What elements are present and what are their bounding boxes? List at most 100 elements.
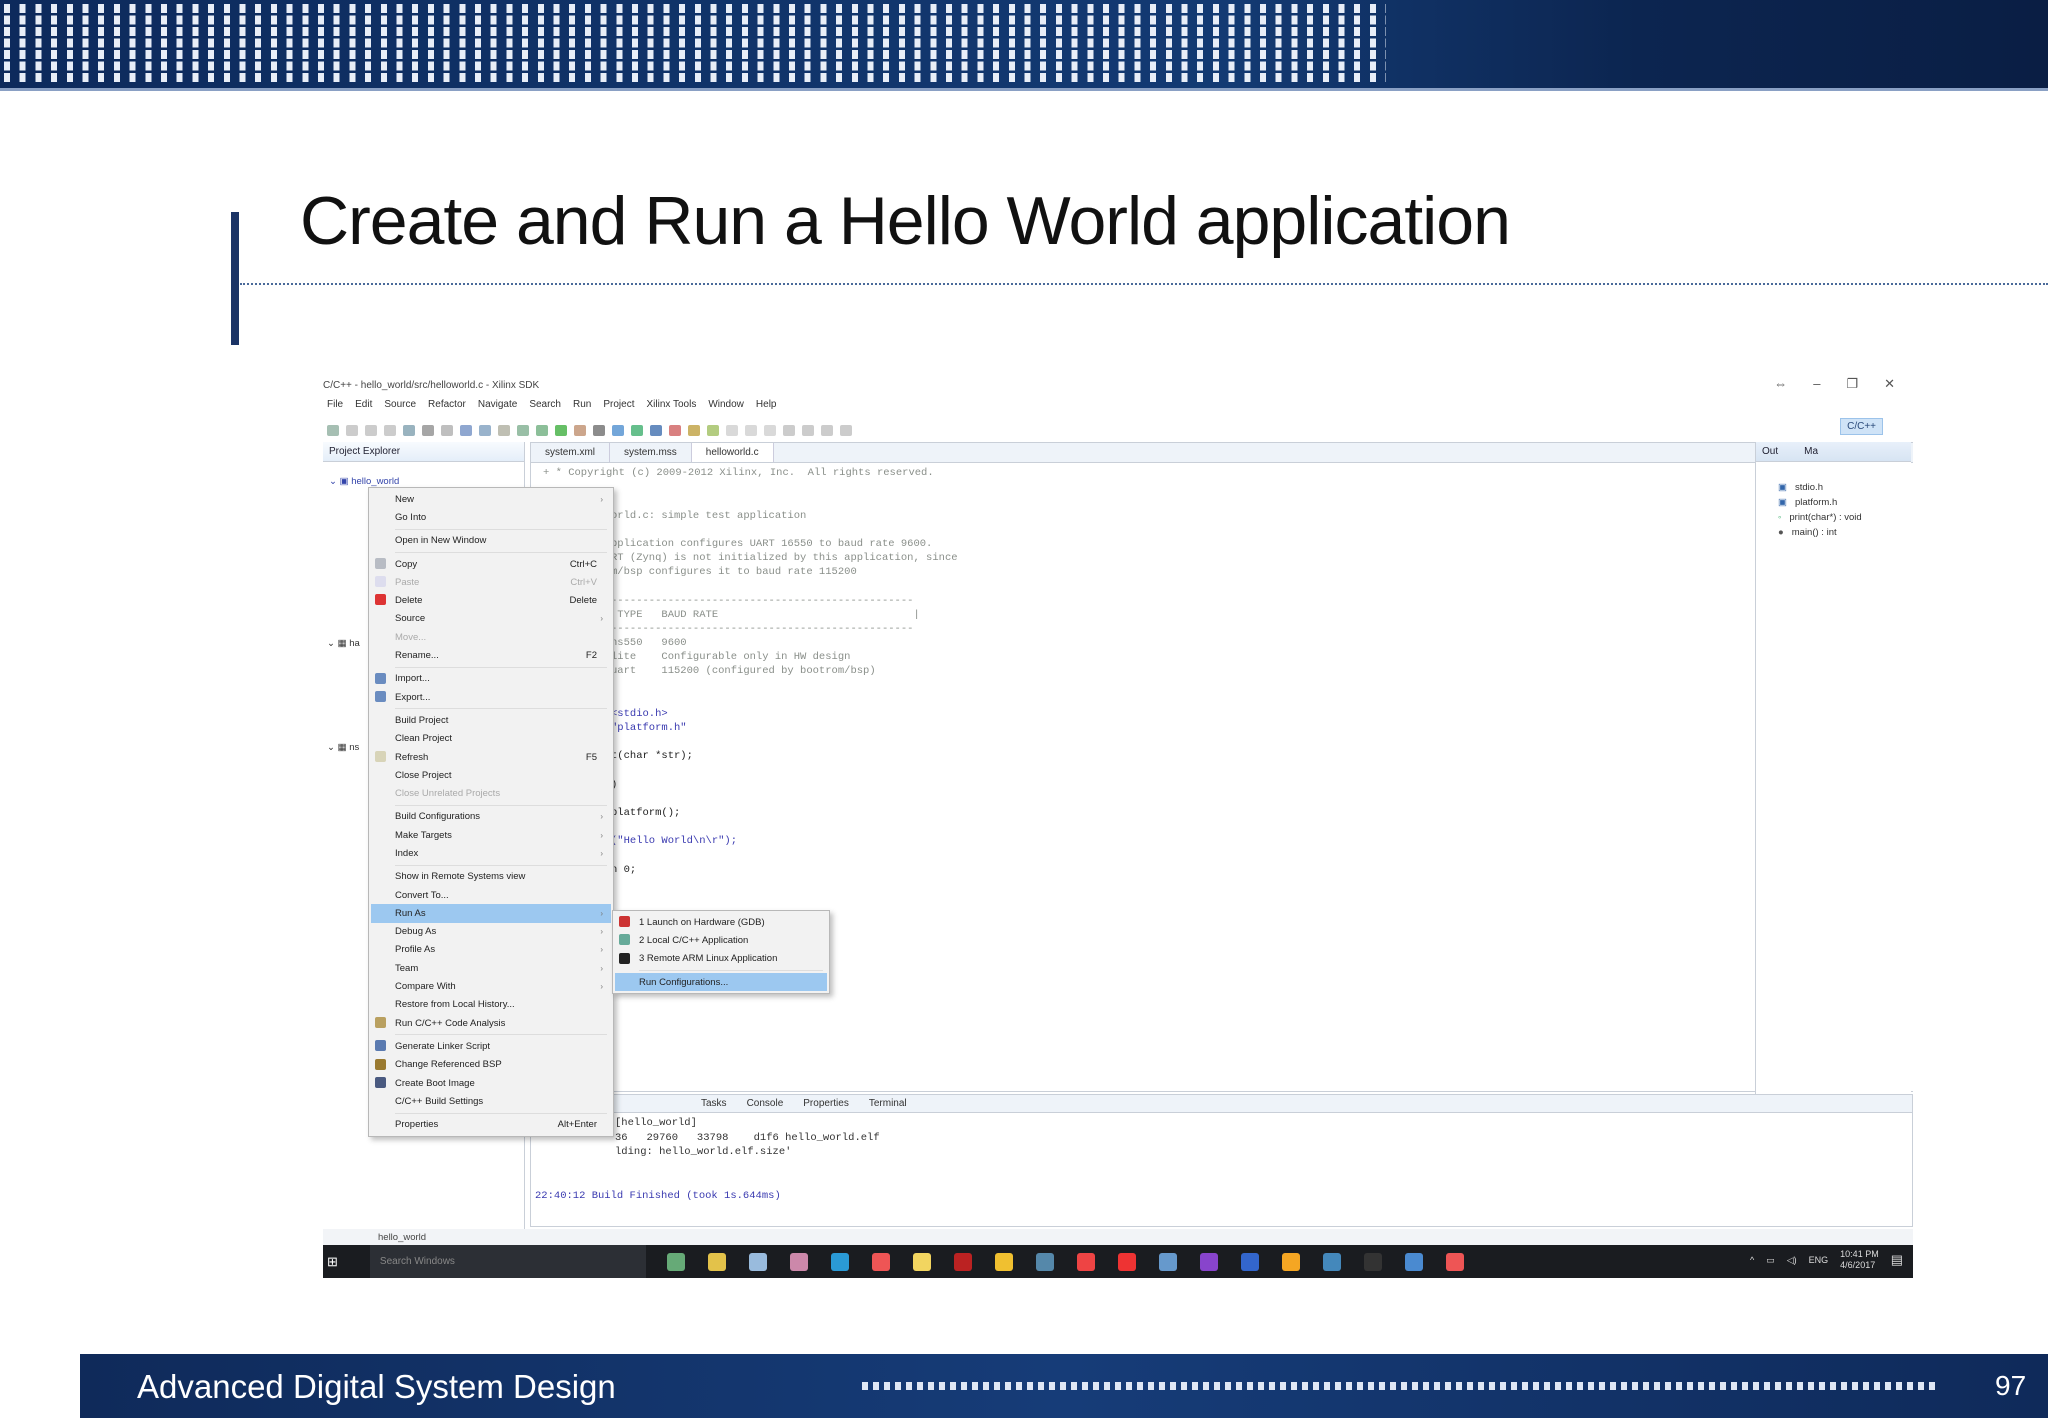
toolbar-button-icon[interactable]	[688, 424, 700, 436]
toolbar-button-icon[interactable]	[707, 424, 719, 436]
menu-item-run-as[interactable]: Run As ›	[371, 904, 611, 923]
menu-search[interactable]: Search	[529, 399, 561, 410]
toolbar-button-icon[interactable]	[460, 424, 472, 436]
tab-outline[interactable]: Out	[1762, 446, 1778, 457]
menu-navigate[interactable]: Navigate	[478, 399, 517, 410]
tree-item-project-2[interactable]: ⌄ ▦ ha	[327, 638, 360, 649]
menu-item-compare-with[interactable]: Compare With ›	[371, 977, 611, 995]
close-button[interactable]: ✕	[1884, 376, 1895, 392]
perspective-cpp-button[interactable]: C/C++	[1840, 418, 1883, 435]
toolbar-button-icon[interactable]	[365, 424, 377, 436]
outline-item[interactable]: ▣ stdio.h	[1756, 480, 1911, 495]
menu-file[interactable]: File	[327, 399, 343, 410]
toolbar-button-icon[interactable]	[650, 424, 662, 436]
outline-item[interactable]: ◦ print(char*) : void	[1756, 510, 1911, 525]
menu-item-run-c-c-code-analysis[interactable]: Run C/C++ Code Analysis	[371, 1014, 611, 1032]
taskbar-app-icon[interactable]	[1076, 1252, 1095, 1271]
menu-item-build-project[interactable]: Build Project	[371, 711, 611, 729]
toolbar-button-icon[interactable]	[726, 424, 738, 436]
toolbar-button-icon[interactable]	[574, 424, 586, 436]
console-tab-tasks[interactable]: Tasks	[691, 1095, 737, 1112]
console-tab-console[interactable]: Console	[737, 1095, 794, 1112]
volume-icon[interactable]: ◁)	[1787, 1255, 1797, 1266]
menu-item-c-c-build-settings[interactable]: C/C++ Build Settings	[371, 1092, 611, 1110]
menu-item-copy[interactable]: Copy Ctrl+C	[371, 555, 611, 573]
taskbar-app-icon[interactable]	[666, 1252, 685, 1271]
menu-item-show-in-remote-systems-view[interactable]: Show in Remote Systems view	[371, 868, 611, 886]
menu-window[interactable]: Window	[708, 399, 744, 410]
taskbar-app-icon[interactable]	[1281, 1252, 1300, 1271]
taskbar-app-icon[interactable]	[830, 1252, 849, 1271]
menu-item-team[interactable]: Team ›	[371, 959, 611, 977]
taskbar-app-icon[interactable]	[1240, 1252, 1259, 1271]
clock[interactable]: 10:41 PM 4/6/2017	[1840, 1249, 1879, 1271]
menu-item-delete[interactable]: Delete Delete	[371, 591, 611, 609]
toolbar-button-icon[interactable]	[384, 424, 396, 436]
menu-item-export[interactable]: Export...	[371, 688, 611, 706]
toolbar-button-icon[interactable]	[764, 424, 776, 436]
menu-item-close-project[interactable]: Close Project	[371, 766, 611, 784]
menu-item-new[interactable]: New ›	[371, 490, 611, 508]
editor-tab[interactable]: system.xml	[531, 443, 610, 462]
taskbar-app-icon[interactable]	[1322, 1252, 1341, 1271]
minimize-button[interactable]: –	[1813, 376, 1820, 392]
tab-project-explorer[interactable]: Project Explorer	[323, 442, 524, 462]
menu-item-2-local-c-c-application[interactable]: 2 Local C/C++ Application	[615, 931, 827, 949]
taskbar-app-icon[interactable]	[1035, 1252, 1054, 1271]
menu-item-restore-from-local-history[interactable]: Restore from Local History...	[371, 996, 611, 1014]
tree-item-project-3[interactable]: ⌄ ▦ ns	[327, 742, 359, 753]
taskbar-app-icon[interactable]	[1404, 1252, 1423, 1271]
taskbar-app-icon[interactable]	[1363, 1252, 1382, 1271]
editor-tab[interactable]: system.mss	[610, 443, 692, 462]
taskbar-app-icon[interactable]	[871, 1252, 890, 1271]
tray-chevron-icon[interactable]: ^	[1750, 1255, 1754, 1265]
menu-item-clean-project[interactable]: Clean Project	[371, 730, 611, 748]
menu-edit[interactable]: Edit	[355, 399, 372, 410]
toolbar-button-icon[interactable]	[498, 424, 510, 436]
menu-item-create-boot-image[interactable]: Create Boot Image	[371, 1074, 611, 1092]
toolbar-button-icon[interactable]	[840, 424, 852, 436]
menu-item-profile-as[interactable]: Profile As ›	[371, 941, 611, 959]
menu-item-import[interactable]: Import...	[371, 670, 611, 688]
windows-start-icon[interactable]: ⊞	[327, 1254, 338, 1270]
menu-xilinx-tools[interactable]: Xilinx Tools	[646, 399, 696, 410]
menu-item-properties[interactable]: Properties Alt+Enter	[371, 1116, 611, 1134]
taskbar-app-icon[interactable]	[789, 1252, 808, 1271]
menu-item-convert-to[interactable]: Convert To...	[371, 886, 611, 904]
menu-item-debug-as[interactable]: Debug As ›	[371, 923, 611, 941]
toolbar-button-icon[interactable]	[327, 424, 339, 436]
taskbar-app-icon[interactable]	[1445, 1252, 1464, 1271]
menu-item-make-targets[interactable]: Make Targets ›	[371, 826, 611, 844]
taskbar-app-icon[interactable]	[1199, 1252, 1218, 1271]
menu-item-rename[interactable]: Rename... F2	[371, 646, 611, 664]
taskbar-app-icon[interactable]	[748, 1252, 767, 1271]
toolbar-button-icon[interactable]	[612, 424, 624, 436]
taskbar-app-icon[interactable]	[994, 1252, 1013, 1271]
toolbar-button-icon[interactable]	[555, 424, 567, 436]
console-tab-properties[interactable]: Properties	[793, 1095, 859, 1112]
outline-item[interactable]: ▣ platform.h	[1756, 495, 1911, 510]
menu-item-source[interactable]: Source ›	[371, 610, 611, 628]
menu-item-go-into[interactable]: Go Into	[371, 508, 611, 526]
toolbar-button-icon[interactable]	[479, 424, 491, 436]
taskbar-search[interactable]: Search Windows	[369, 1245, 646, 1278]
toolbar-button-icon[interactable]	[403, 424, 415, 436]
toolbar-button-icon[interactable]	[802, 424, 814, 436]
toolbar-button-icon[interactable]	[631, 424, 643, 436]
menu-item-refresh[interactable]: Refresh F5	[371, 748, 611, 766]
toolbar-button-icon[interactable]	[669, 424, 681, 436]
toolbar-button-icon[interactable]	[536, 424, 548, 436]
language-indicator[interactable]: ENG	[1809, 1255, 1829, 1265]
menu-item-3-remote-arm-linux-application[interactable]: 3 Remote ARM Linux Application	[615, 950, 827, 968]
toolbar-button-icon[interactable]	[821, 424, 833, 436]
menu-item-index[interactable]: Index ›	[371, 844, 611, 862]
toolbar-button-icon[interactable]	[783, 424, 795, 436]
console-tab-terminal[interactable]: Terminal	[859, 1095, 917, 1112]
menu-project[interactable]: Project	[603, 399, 634, 410]
toolbar-button-icon[interactable]	[346, 424, 358, 436]
menu-run[interactable]: Run	[573, 399, 591, 410]
code-editor[interactable]: system.xml system.mss helloworld.c + * Cop…	[530, 442, 1913, 1092]
taskbar-app-icon[interactable]	[707, 1252, 726, 1271]
restore-icon[interactable]: ⇔	[1774, 376, 1787, 392]
toolbar-button-icon[interactable]	[593, 424, 605, 436]
